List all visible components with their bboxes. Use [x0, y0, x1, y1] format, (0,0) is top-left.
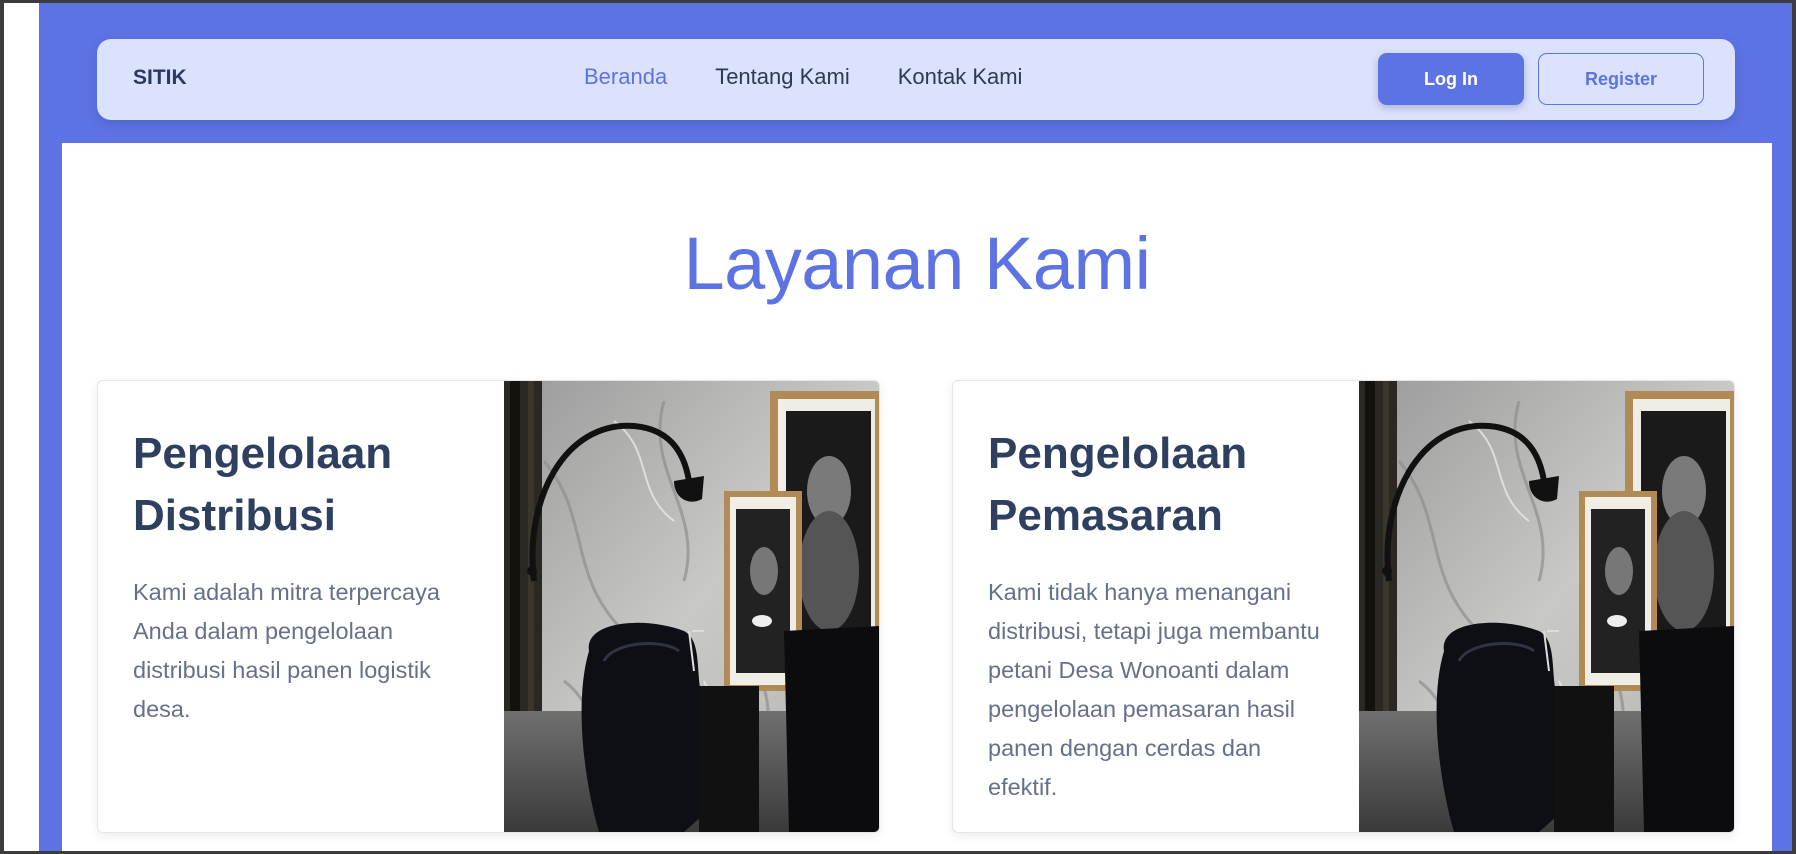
login-button[interactable]: Log In	[1378, 53, 1524, 105]
nav-link-kontak-kami[interactable]: Kontak Kami	[898, 64, 1023, 90]
card-description: Kami adalah mitra terpercaya Anda dalam …	[133, 579, 440, 722]
nav-links: Beranda Tentang Kami Kontak Kami	[584, 64, 1022, 90]
register-button[interactable]: Register	[1538, 53, 1704, 105]
service-card-pemasaran: Pengelolaan Pemasaran Kami tidak hanya m…	[952, 380, 1735, 833]
card-title-line1: Pengelolaan	[988, 429, 1248, 478]
nav-link-beranda[interactable]: Beranda	[584, 64, 667, 90]
top-navbar: SITIK Beranda Tentang Kami Kontak Kami L…	[97, 39, 1735, 120]
card-text: Pengelolaan Distribusi Kami adalah mitra…	[133, 423, 473, 729]
section-title: Layanan Kami	[683, 222, 1151, 305]
card-title-line1: Pengelolaan	[133, 429, 393, 478]
interior-photo	[504, 381, 879, 832]
card-title: Pengelolaan Distribusi	[133, 423, 473, 547]
card-title: Pengelolaan Pemasaran	[988, 423, 1328, 547]
interior-photo	[1359, 381, 1734, 832]
browser-viewport: SITIK Beranda Tentang Kami Kontak Kami L…	[4, 3, 1792, 851]
card-text: Pengelolaan Pemasaran Kami tidak hanya m…	[988, 423, 1328, 807]
services-section: Layanan Kami Pengelolaan Distribusi Kami…	[62, 143, 1772, 851]
page-background: SITIK Beranda Tentang Kami Kontak Kami L…	[39, 3, 1792, 851]
card-description: Kami tidak hanya menangani distribusi, t…	[988, 579, 1320, 800]
card-title-line2: Pemasaran	[988, 491, 1223, 540]
brand-logo[interactable]: SITIK	[133, 66, 187, 90]
left-edge	[4, 3, 39, 851]
card-title-line2: Distribusi	[133, 491, 336, 540]
service-card-distribusi: Pengelolaan Distribusi Kami adalah mitra…	[97, 380, 880, 833]
nav-link-tentang-kami[interactable]: Tentang Kami	[715, 64, 850, 90]
